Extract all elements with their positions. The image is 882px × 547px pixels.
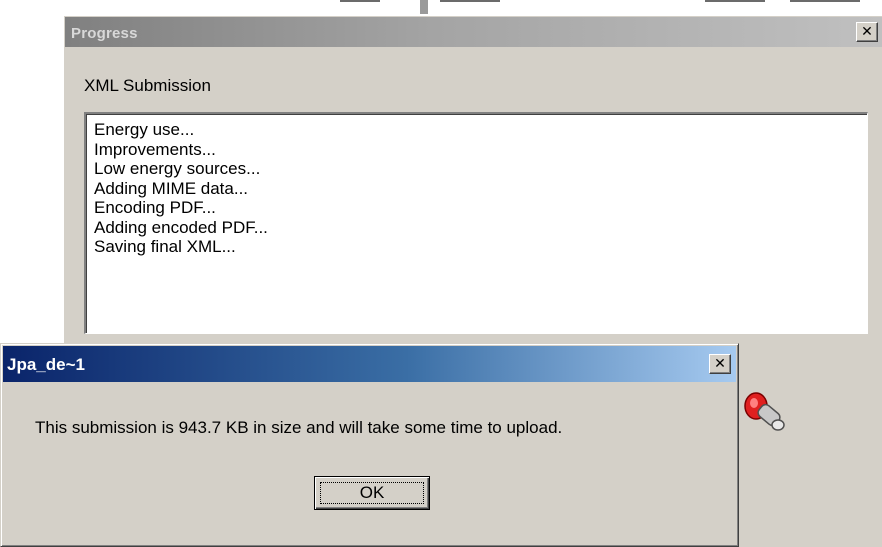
progress-log[interactable]: Energy use... Improvements... Low energy… <box>84 112 868 334</box>
background-text-fragment <box>340 0 380 2</box>
background-text-fragment <box>440 0 500 2</box>
log-line: Improvements... <box>94 139 216 159</box>
message-box-title: Jpa_de~1 <box>7 355 85 374</box>
message-box-titlebar[interactable]: Jpa_de~1 ✕ <box>3 346 736 382</box>
log-line: Adding MIME data... <box>94 178 249 198</box>
ok-button[interactable]: OK <box>314 476 430 510</box>
log-line: Encoding PDF... <box>94 198 216 217</box>
message-box-close-button[interactable]: ✕ <box>709 354 731 374</box>
progress-titlebar[interactable]: Progress ✕ <box>65 17 882 47</box>
ok-button-label: OK <box>359 483 385 502</box>
background-window-strip <box>0 0 882 14</box>
progress-close-button[interactable]: ✕ <box>856 22 878 42</box>
log-line: Energy use... <box>94 120 195 139</box>
log-line: Saving final XML... <box>94 237 236 256</box>
background-text-fragment <box>790 0 860 2</box>
close-icon: ✕ <box>714 356 726 372</box>
log-line: Low energy sources... <box>94 159 261 178</box>
background-scrollbar-fragment <box>420 0 428 14</box>
section-label: XML Submission <box>84 76 211 95</box>
plug-icon <box>744 392 785 431</box>
close-icon: ✕ <box>861 24 873 40</box>
progress-title: Progress <box>71 25 138 42</box>
log-line: Adding encoded PDF... <box>94 217 268 237</box>
message-text: This submission is 943.7 KB in size and … <box>35 418 563 437</box>
message-box: Jpa_de~1 ✕ This submission is 943.7 KB i… <box>0 343 739 547</box>
background-text-fragment <box>705 0 765 2</box>
